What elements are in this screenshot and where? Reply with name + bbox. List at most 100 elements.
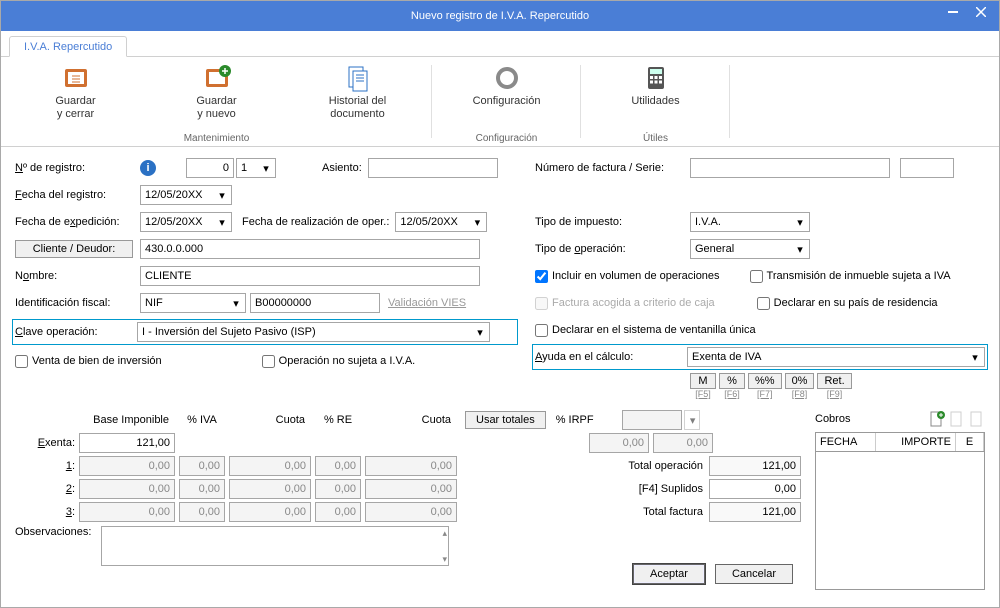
cobros-grid[interactable]: FECHA IMPORTE E [815, 432, 985, 590]
chevron-down-icon: ▾ [793, 242, 807, 256]
guardar-cerrar-button[interactable]: Guardar y cerrar [9, 61, 142, 131]
info-icon[interactable]: i [140, 160, 156, 176]
shortcut-zero[interactable]: 0% [785, 373, 815, 389]
ribbon-label: Utilidades [593, 95, 718, 108]
chevron-down-icon: ▾ [473, 325, 487, 339]
ident-fiscal-tipo-select[interactable]: NIF▾ [140, 293, 246, 313]
cancelar-button[interactable]: Cancelar [715, 564, 793, 584]
label-row-2: 2: [15, 483, 75, 495]
chevron-down-icon: ▾ [229, 296, 243, 310]
edit-cobro-icon[interactable] [949, 410, 965, 428]
operacion-no-sujeta-checkbox[interactable]: Operación no sujeta a I.V.A. [262, 355, 416, 368]
observaciones-input[interactable] [101, 526, 449, 566]
base-3 [79, 502, 175, 522]
fecha-registro-select[interactable]: 12/05/20XX▾ [140, 185, 232, 205]
ident-fiscal-num-input[interactable] [250, 293, 380, 313]
total-factura-input [709, 502, 801, 522]
shortcut-ret[interactable]: Ret. [817, 373, 851, 389]
declarar-ventanilla-checkbox[interactable]: Declarar en el sistema de ventanilla úni… [535, 324, 756, 337]
serie-input[interactable] [900, 158, 954, 178]
num-factura-input[interactable] [690, 158, 890, 178]
historial-button[interactable]: Historial del documento [291, 61, 424, 131]
chevron-down-icon: ▾ [793, 215, 807, 229]
factura-criterio-checkbox: Factura acogida a criterio de caja [535, 297, 715, 310]
incluir-volumen-checkbox[interactable]: Incluir en volumen de operaciones [535, 270, 720, 283]
tipo-operacion-select[interactable]: General▾ [690, 239, 810, 259]
fecha-expedicion-select[interactable]: 12/05/20XX▾ [140, 212, 232, 232]
declarar-pais-checkbox[interactable]: Declarar en su país de residencia [757, 297, 938, 310]
venta-bien-inversion-checkbox[interactable]: Venta de bien de inversión [15, 355, 162, 368]
col-importe: IMPORTE [876, 433, 956, 451]
form: Nº de registro: i 1▾ Asiento: Fecha del … [1, 147, 999, 598]
shortcut-m[interactable]: M [690, 373, 716, 389]
label-nombre: Nombre: [15, 270, 140, 282]
transmision-inmueble-checkbox[interactable]: Transmisión de inmueble sujeta a IVA [750, 270, 951, 283]
tipo-impuesto-select[interactable]: I.V.A.▾ [690, 212, 810, 232]
ayuda-calculo-row: Ayuda en el cálculo: Exenta de IVA▾ [532, 344, 988, 370]
base-2 [79, 479, 175, 499]
chevron-down-icon: ▾ [215, 188, 229, 202]
ribbon-group-label: Mantenimiento [184, 131, 250, 144]
minimize-button[interactable] [939, 1, 967, 23]
configuracion-button[interactable]: Configuración [440, 61, 573, 131]
ribbon: Guardar y cerrar Guardar y nuevo Histori… [1, 57, 999, 147]
close-button[interactable] [967, 1, 995, 23]
fecha-realizacion-select[interactable]: 12/05/20XX▾ [395, 212, 487, 232]
save-close-icon [61, 63, 91, 93]
calculator-icon [641, 63, 671, 93]
chevron-down-icon: ▾ [968, 350, 982, 364]
add-cobro-icon[interactable] [929, 410, 945, 428]
label-total-operacion: Total operación [593, 460, 703, 472]
delete-cobro-icon[interactable] [969, 410, 985, 428]
titlebar: Nuevo registro de I.V.A. Repercutido [1, 1, 999, 31]
label-ident-fiscal: Identificación fiscal: [15, 297, 140, 309]
utilidades-button[interactable]: Utilidades [589, 61, 722, 131]
usar-totales-button[interactable]: Usar totales [465, 411, 546, 429]
scroll-up-icon[interactable]: ▴ [442, 528, 447, 539]
base-1 [79, 456, 175, 476]
label-suplidos: [F4] Suplidos [593, 483, 703, 495]
cuota1-2 [229, 479, 311, 499]
window-title: Nuevo registro de I.V.A. Repercutido [411, 10, 589, 22]
asiento-input[interactable] [368, 158, 498, 178]
suplidos-input[interactable] [709, 479, 801, 499]
nombre-input[interactable] [140, 266, 480, 286]
cliente-input[interactable] [140, 239, 480, 259]
cuota1-1 [229, 456, 311, 476]
ribbon-label: Historial del documento [295, 95, 420, 120]
tab-iva-repercutido[interactable]: I.V.A. Repercutido [9, 36, 127, 57]
label-tipo-operacion: Tipo de operación: [535, 243, 690, 255]
irpf-select: ▾ [684, 410, 700, 430]
shortcut-buttons: M[F5] %[F6] %%[F7] 0%[F8] Ret.[F9] [690, 373, 852, 399]
ribbon-group-label: Útiles [643, 131, 668, 144]
label-total-factura: Total factura [593, 506, 703, 518]
history-icon [343, 63, 373, 93]
n-registro-2-select[interactable]: 1▾ [236, 158, 276, 178]
irpf-cuota-input [589, 433, 649, 453]
irpf-total-input [653, 433, 713, 453]
col-e: E [956, 433, 984, 451]
cuota2-3 [365, 502, 457, 522]
tab-strip: I.V.A. Repercutido [1, 31, 999, 57]
label-asiento: Asiento: [322, 162, 362, 174]
shortcut-pctpct[interactable]: %% [748, 373, 782, 389]
re-1 [315, 456, 361, 476]
label-clave-operacion: Clave operación: [15, 326, 137, 338]
guardar-nuevo-button[interactable]: Guardar y nuevo [150, 61, 283, 131]
header-base: Base Imponible [79, 414, 175, 426]
validacion-vies-link[interactable]: Validación VIES [388, 297, 466, 309]
label-ayuda-calculo: Ayuda en el cálculo: [535, 351, 687, 363]
exenta-input[interactable] [79, 433, 175, 453]
gear-icon [492, 63, 522, 93]
total-operacion-input [709, 456, 801, 476]
aceptar-button[interactable]: Aceptar [633, 564, 705, 584]
scroll-down-icon[interactable]: ▾ [442, 554, 447, 565]
label-exenta: Exenta: [15, 437, 75, 449]
ayuda-calculo-select[interactable]: Exenta de IVA▾ [687, 347, 985, 367]
cliente-deudor-button[interactable]: Cliente / Deudor: [15, 240, 133, 258]
chevron-down-icon: ▾ [259, 161, 273, 175]
shortcut-pct[interactable]: % [719, 373, 745, 389]
cuota1-3 [229, 502, 311, 522]
n-registro-1-input[interactable] [186, 158, 234, 178]
clave-operacion-select[interactable]: I - Inversión del Sujeto Pasivo (ISP)▾ [137, 322, 490, 342]
